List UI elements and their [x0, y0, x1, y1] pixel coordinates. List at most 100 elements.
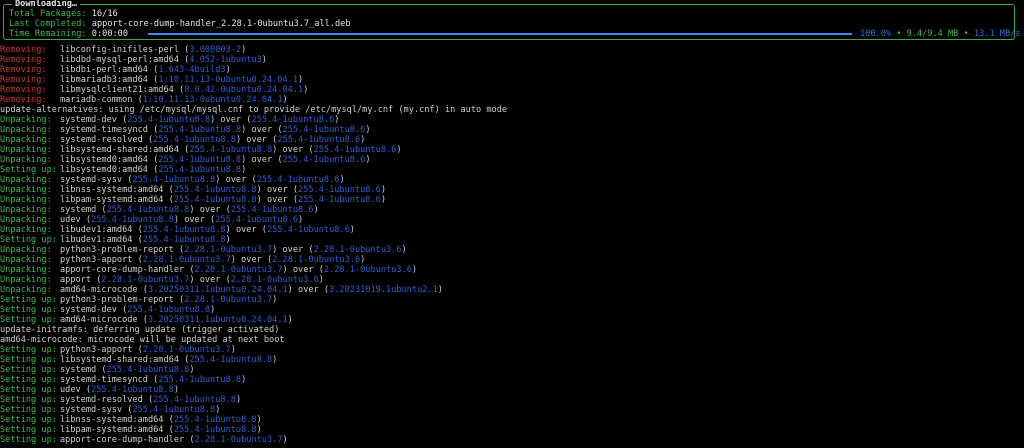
time-remaining-label: Time Remaining:: [9, 29, 87, 39]
log-line-status: Unpacking:: [0, 135, 52, 145]
progress-percent: 100.0%: [860, 29, 892, 39]
log-line-text: python3-apport (: [60, 345, 143, 355]
log-line-text: ): [303, 85, 309, 95]
log-line-status: Unpacking:: [0, 275, 52, 285]
package-version: 3.20231019.1ubuntu2.1: [329, 285, 438, 295]
package-version: 255.4-1ubuntu8.8: [91, 215, 174, 225]
package-version: 255.4-1ubuntu8.8: [173, 425, 257, 435]
log-line-status: Unpacking:: [0, 145, 52, 155]
log-line-text: amd64-microcode (: [60, 315, 148, 325]
log-line-text: systemd-timesyncd (: [60, 375, 159, 385]
total-packages-label: Total Packages:: [9, 9, 87, 19]
log-line-text: ): [272, 355, 278, 365]
package-version: 1.643-4build3: [158, 65, 226, 75]
package-version: 255.4-1ubuntu8.6: [251, 115, 335, 125]
log-line-text: udev (: [60, 215, 92, 225]
log-line-text: ) over (: [287, 285, 330, 295]
log-line-text: ) over (: [189, 205, 231, 215]
log-line-text: libnss-systemd:amd64 (: [60, 185, 174, 195]
package-version: 2.28.1-0ubuntu3.6: [323, 265, 412, 275]
panel-title: Downloading…: [12, 0, 81, 9]
package-version: 255.4-1ubuntu8.8: [173, 185, 257, 195]
last-completed-value: apport-core-dump-handler_2.28.1-0ubuntu3…: [91, 19, 351, 29]
package-version: 255.4-1ubuntu8.8: [127, 115, 211, 125]
log-line-text: ): [225, 235, 231, 245]
log-line: Removing: libdbi-perl:amd64 (1.643-4build…: [0, 65, 1024, 75]
download-speed: 13.1 MB/s: [973, 29, 1021, 39]
package-version: 255.4-1ubuntu8.8: [106, 205, 190, 215]
download-progress-panel: Downloading… Total Packages: 16/16 Last …: [3, 0, 1021, 40]
log-line: Setting up: libpam-systemd:amd64 (255.4-1…: [0, 425, 1024, 435]
package-version: 2.28.1-0ubuntu3.7: [194, 265, 283, 275]
total-packages-value: 16/16: [91, 9, 118, 19]
log-line: Setting up: apport-core-dump-handler (2.2…: [0, 435, 1024, 445]
package-version: 255.4-1ubuntu8.8: [91, 385, 174, 395]
log-line-status: Setting up:: [0, 365, 57, 375]
log-line-text: libnss-systemd:amd64 (: [60, 415, 174, 425]
log-line-status: Setting up:: [0, 295, 57, 305]
package-version: 255.4-1ubuntu8.8: [158, 155, 242, 165]
package-version: 255.4-1ubuntu8.6: [298, 195, 381, 205]
log-line-text: apport (: [60, 275, 102, 285]
log-line-text: ): [241, 45, 247, 55]
package-version: 255.4-1ubuntu8.8: [158, 125, 242, 135]
log-line: Unpacking: libudev1:amd64 ( 255.4-1ubuntu8…: [0, 225, 1024, 235]
log-line: Removing: libdbd-mysql-perl:amd64 (4.052-…: [0, 55, 1024, 65]
log-line-status: Setting up:: [0, 165, 57, 175]
log-line-status: Setting up:: [0, 435, 57, 445]
log-line: Unpacking: libsystemd-shared:amd64 (255.4…: [0, 145, 1024, 155]
log-line: Setting up: udev (255.4-1ubuntu8.8): [0, 385, 1024, 395]
log-line: Unpacking: systemd-timesyncd (255.4-1ubun…: [0, 125, 1024, 135]
log-line-text: ) over (: [235, 135, 278, 145]
package-version: 255.4-1ubuntu8.6: [277, 135, 361, 145]
log-line-text: ) over (: [256, 195, 299, 205]
package-version: 2.28.1-0ubuntu3.7: [142, 255, 231, 265]
log-line-status: Removing:: [0, 85, 47, 95]
log-line-text: libdbd-mysql-perl:amd64 (: [60, 55, 190, 65]
package-version: 255.4-1ubuntu8.6: [267, 225, 350, 235]
log-line-text: ): [318, 275, 324, 285]
log-line-text: ): [380, 195, 387, 205]
package-version: 255.4-1ubuntu8.8: [142, 235, 226, 245]
log-line-status: Removing:: [0, 65, 47, 75]
log-line-text: ): [261, 55, 267, 65]
log-line-status: Setting up:: [0, 425, 57, 435]
log-line-text: libpam-systemd:amd64 (: [60, 195, 174, 205]
package-version: 255.4-1ubuntu8.8: [153, 395, 236, 405]
download-size: 9.4/9.4 MB: [906, 29, 959, 39]
log-line-text: amd64-microcode (: [60, 285, 148, 295]
log-line: Unpacking: apport (2.28.1-0ubuntu3.7) ove…: [0, 275, 1024, 285]
log-line-status: Unpacking:: [0, 185, 52, 195]
log-line-text: ): [360, 135, 366, 145]
log-line-text: ): [210, 305, 216, 315]
package-version: 2.28.1-0ubuntu3.7: [184, 245, 273, 255]
log-line-status: Unpacking:: [0, 225, 52, 235]
log-line-text: libudev1:amd64 (: [60, 225, 143, 235]
time-remaining-row: Time Remaining: 0:00:00: [9, 29, 128, 39]
package-version: 255.4-1ubuntu8.8: [158, 165, 242, 175]
log-line-text: ): [189, 365, 195, 375]
log-line-status: Removing:: [0, 95, 47, 105]
package-version: 1:10.11.13-0ubuntu0.24.04.1: [158, 75, 299, 85]
log-line-text: ) over (: [173, 215, 216, 225]
log-line: Unpacking: libnss-systemd:amd64 (255.4-1u…: [0, 185, 1024, 195]
log-line-text: systemd-resolved (: [60, 395, 154, 405]
log-line-status: Unpacking:: [0, 245, 52, 255]
log-line-text: systemd-resolved (: [60, 135, 154, 145]
package-version: 255.4-1ubuntu8.8: [153, 135, 236, 145]
log-line-text: ): [282, 435, 288, 445]
log-line-text: ): [256, 415, 262, 425]
package-version: 2.28.1-0ubuntu3.6: [313, 245, 402, 255]
package-version: 2.28.1-0ubuntu3.7: [194, 435, 283, 445]
package-version: 255.4-1ubuntu8.6: [282, 125, 366, 135]
log-line-text: libudev1:amd64 (: [60, 235, 143, 245]
log-line-text: ): [401, 245, 407, 255]
package-version: 2.28.1-0ubuntu3.7: [142, 345, 231, 355]
log-line-text: ): [360, 255, 366, 265]
log-line-text: update-initramfs: deferring update (trig…: [0, 325, 280, 335]
log-line: Setting up: systemd-timesyncd (255.4-1ubu…: [0, 375, 1024, 385]
log-line-status: Setting up:: [0, 305, 57, 315]
log-line-status: Unpacking:: [0, 205, 52, 215]
package-version: 3.000003-2: [189, 45, 242, 55]
log-line-text: libpam-systemd:amd64 (: [60, 425, 174, 435]
